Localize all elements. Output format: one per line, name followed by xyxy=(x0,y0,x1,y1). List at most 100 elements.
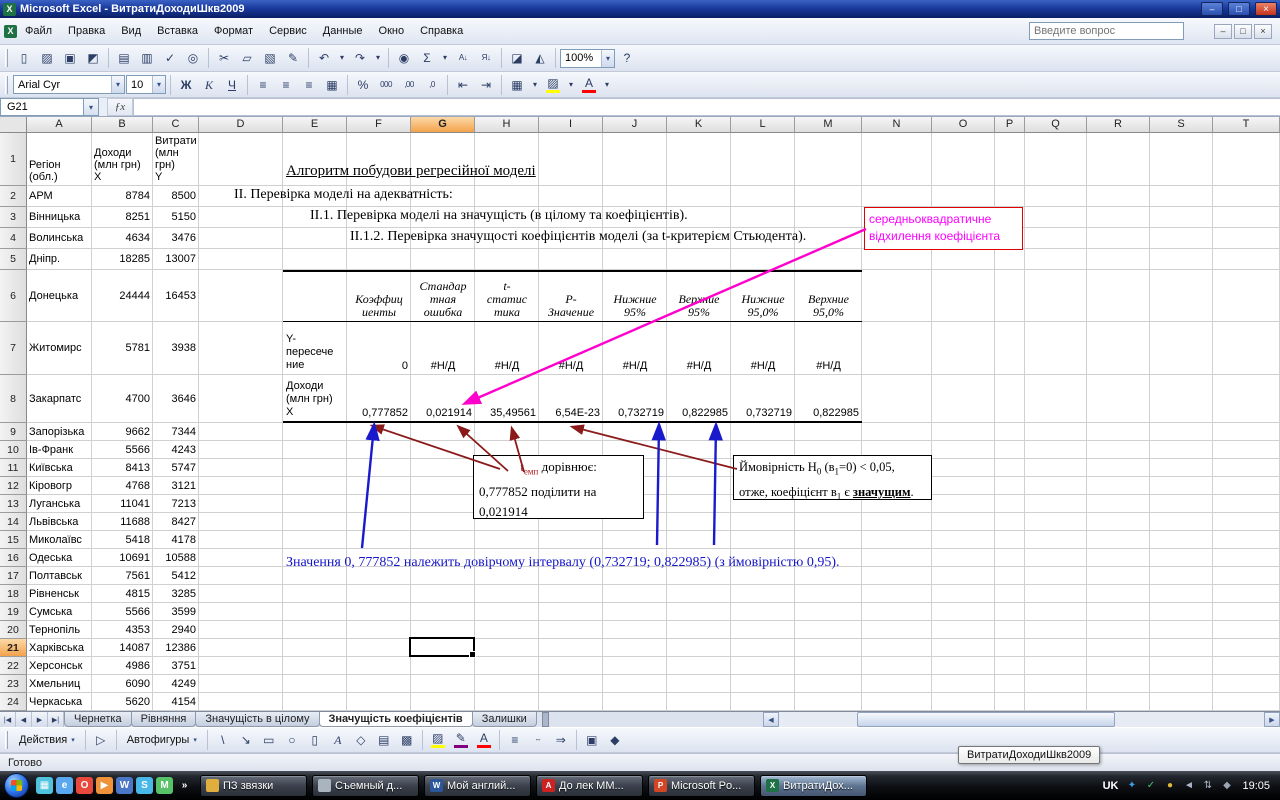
cell-A4[interactable]: Волинська xyxy=(27,228,92,249)
cell-S21[interactable] xyxy=(1150,639,1213,657)
cell-F16[interactable] xyxy=(347,549,411,567)
cell-C22[interactable]: 3751 xyxy=(153,657,199,675)
cell-K3[interactable] xyxy=(667,207,731,228)
menu-item-0[interactable]: Файл xyxy=(17,21,60,41)
cell-D15[interactable] xyxy=(199,531,283,549)
cell-T11[interactable] xyxy=(1213,459,1280,477)
insert-function-icon[interactable]: ƒx xyxy=(107,98,133,116)
cell-L14[interactable] xyxy=(731,513,795,531)
draw-clip-art-icon[interactable]: ▤ xyxy=(373,729,395,751)
print-icon[interactable]: ▤ xyxy=(113,47,135,69)
cell-Q6[interactable] xyxy=(1025,270,1087,322)
cell-C23[interactable]: 4249 xyxy=(153,675,199,693)
cell-M12[interactable] xyxy=(795,477,862,495)
cell-Q12[interactable] xyxy=(1025,477,1087,495)
cell-O17[interactable] xyxy=(932,567,995,585)
cell-K6[interactable] xyxy=(667,270,731,322)
cell-R17[interactable] xyxy=(1087,567,1150,585)
cell-O3[interactable] xyxy=(932,207,995,228)
cell-H18[interactable] xyxy=(475,585,539,603)
cell-B21[interactable]: 14087 xyxy=(92,639,153,657)
cell-K8[interactable] xyxy=(667,375,731,423)
cell-C19[interactable]: 3599 xyxy=(153,603,199,621)
cell-S7[interactable] xyxy=(1150,322,1213,375)
language-indicator[interactable]: UK xyxy=(1103,780,1119,792)
copy-icon[interactable]: ▱ xyxy=(236,47,258,69)
draw-line-style-icon[interactable]: ≡ xyxy=(504,729,526,751)
cell-N10[interactable] xyxy=(862,441,932,459)
cell-F2[interactable] xyxy=(347,186,411,207)
cell-E5[interactable] xyxy=(283,249,347,270)
help-icon[interactable]: ? xyxy=(616,47,638,69)
cell-J13[interactable] xyxy=(603,495,667,513)
cell-J21[interactable] xyxy=(603,639,667,657)
toolbar-grip[interactable] xyxy=(5,49,8,67)
cell-G12[interactable] xyxy=(411,477,475,495)
cell-N15[interactable] xyxy=(862,531,932,549)
cell-I3[interactable] xyxy=(539,207,603,228)
draw-shadow-style-icon[interactable]: ▣ xyxy=(581,729,603,751)
cell-E2[interactable] xyxy=(283,186,347,207)
cell-H24[interactable] xyxy=(475,693,539,711)
cell-I4[interactable] xyxy=(539,228,603,249)
cell-J3[interactable] xyxy=(603,207,667,228)
cell-P16[interactable] xyxy=(995,549,1025,567)
column-header-R[interactable]: R xyxy=(1087,117,1150,133)
cell-D18[interactable] xyxy=(199,585,283,603)
cell-I9[interactable] xyxy=(539,423,603,441)
cell-E1[interactable] xyxy=(283,133,347,186)
cell-T1[interactable] xyxy=(1213,133,1280,186)
cell-S13[interactable] xyxy=(1150,495,1213,513)
cell-R10[interactable] xyxy=(1087,441,1150,459)
clock[interactable]: 19:05 xyxy=(1240,780,1270,792)
cell-I21[interactable] xyxy=(539,639,603,657)
cell-H15[interactable] xyxy=(475,531,539,549)
cell-K20[interactable] xyxy=(667,621,731,639)
cell-P3[interactable] xyxy=(995,207,1025,228)
cell-R7[interactable] xyxy=(1087,322,1150,375)
cell-Q19[interactable] xyxy=(1025,603,1087,621)
cell-I5[interactable] xyxy=(539,249,603,270)
cell-I7[interactable] xyxy=(539,322,603,375)
cell-C8[interactable]: 3646 xyxy=(153,375,199,423)
cell-I6[interactable] xyxy=(539,270,603,322)
cell-R6[interactable] xyxy=(1087,270,1150,322)
row-header-21[interactable]: 21 xyxy=(0,639,27,657)
cell-M23[interactable] xyxy=(795,675,862,693)
cell-T15[interactable] xyxy=(1213,531,1280,549)
sort-descending-icon[interactable]: Я↓ xyxy=(475,47,497,69)
cell-F11[interactable] xyxy=(347,459,411,477)
cell-S23[interactable] xyxy=(1150,675,1213,693)
cell-L18[interactable] xyxy=(731,585,795,603)
cell-J16[interactable] xyxy=(603,549,667,567)
sheet-tab-4[interactable]: Залишки xyxy=(471,712,537,727)
cell-R24[interactable] xyxy=(1087,693,1150,711)
cell-I12[interactable] xyxy=(539,477,603,495)
cell-P18[interactable] xyxy=(995,585,1025,603)
cell-T4[interactable] xyxy=(1213,228,1280,249)
cell-E10[interactable] xyxy=(283,441,347,459)
cell-L15[interactable] xyxy=(731,531,795,549)
cell-E8[interactable] xyxy=(283,375,347,423)
cell-H4[interactable] xyxy=(475,228,539,249)
fill-color-dropdown-icon[interactable]: ▾ xyxy=(565,74,577,96)
cell-H20[interactable] xyxy=(475,621,539,639)
cell-T20[interactable] xyxy=(1213,621,1280,639)
cell-E23[interactable] xyxy=(283,675,347,693)
cell-N7[interactable] xyxy=(862,322,932,375)
cell-F23[interactable] xyxy=(347,675,411,693)
cell-S17[interactable] xyxy=(1150,567,1213,585)
cell-P20[interactable] xyxy=(995,621,1025,639)
cell-O20[interactable] xyxy=(932,621,995,639)
taskbar-button-4[interactable]: P Microsoft Po... xyxy=(648,774,755,797)
cell-C3[interactable]: 5150 xyxy=(153,207,199,228)
cell-K7[interactable] xyxy=(667,322,731,375)
cell-M21[interactable] xyxy=(795,639,862,657)
cell-G4[interactable] xyxy=(411,228,475,249)
cell-A1[interactable]: Регіон (обл.) xyxy=(27,133,92,186)
cell-F13[interactable] xyxy=(347,495,411,513)
formula-input[interactable] xyxy=(133,98,1280,116)
format-painter-icon[interactable]: ✎ xyxy=(282,47,304,69)
column-header-T[interactable]: T xyxy=(1213,117,1280,133)
cell-O13[interactable] xyxy=(932,495,995,513)
